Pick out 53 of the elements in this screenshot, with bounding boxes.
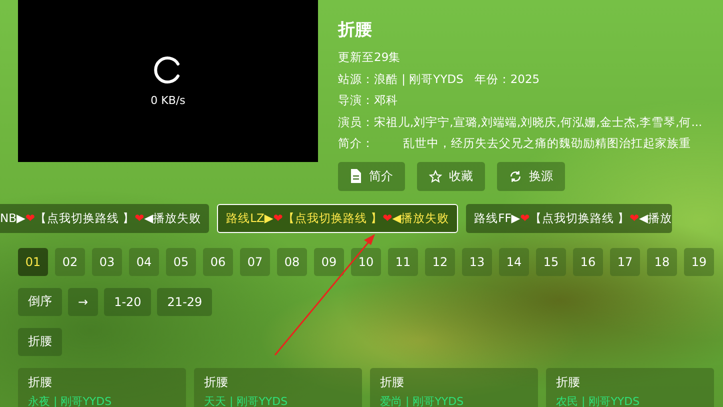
info-line: 简介： 乱世中，经历失去父兄之痛的魏劭励精图治扛起家族重 [338, 135, 692, 152]
document-icon [350, 169, 362, 183]
action-button[interactable]: 换源 [497, 162, 565, 190]
card-source: 爱尚 | 刚哥YYDS [380, 394, 465, 407]
related-card[interactable]: 折腰 永夜 | 刚哥YYDS [18, 368, 186, 407]
info-line: 站源：浪酷 | 刚哥YYDS 年份：2025 [338, 70, 541, 88]
refresh-icon [509, 170, 522, 182]
episode-button[interactable]: 07 [240, 248, 270, 276]
episode-button[interactable]: 06 [203, 248, 233, 276]
episode-button[interactable]: 15 [536, 248, 566, 276]
star-icon [429, 170, 442, 182]
sort-button[interactable]: 21-29 [157, 288, 212, 316]
related-card[interactable]: 折腰 天天 | 刚哥YYDS [194, 368, 362, 407]
episode-button[interactable]: 16 [573, 248, 603, 276]
sort-button[interactable]: → [68, 288, 98, 316]
info-line: 导演：邓科 [338, 92, 399, 109]
episode-button[interactable]: 10 [351, 248, 381, 276]
sort-button[interactable]: 倒序 [18, 288, 62, 316]
info-line: 演员：宋祖儿,刘宇宁,宣璐,刘端端,刘晓庆,何泓姗,金士杰,李雪琴,何... [338, 114, 702, 130]
episode-button[interactable]: 05 [166, 248, 196, 276]
episode-button[interactable]: 03 [92, 248, 122, 276]
action-button[interactable]: 收藏 [417, 162, 485, 190]
episode-button[interactable]: 17 [610, 248, 640, 276]
card-source: 农民 | 刚哥YYDS [556, 394, 641, 407]
video-player[interactable]: 0 KB/s [18, 0, 318, 162]
route-tab[interactable]: 路线FF▶❤【点我切换路线 】❤◀播放 [466, 204, 672, 232]
show-title: 折腰 [338, 19, 373, 41]
related-card[interactable]: 折腰 农民 | 刚哥YYDS [546, 368, 714, 407]
action-button[interactable]: 简介 [338, 162, 405, 190]
season-tag[interactable]: 折腰 [18, 328, 62, 356]
episode-button[interactable]: 02 [55, 248, 85, 276]
info-line: 更新至29集 [338, 49, 402, 66]
episode-button[interactable]: 01 [18, 248, 48, 276]
episode-button[interactable]: 11 [388, 248, 418, 276]
related-card[interactable]: 折腰 爱尚 | 刚哥YYDS [370, 368, 538, 407]
episode-button[interactable]: 14 [499, 248, 529, 276]
card-title: 折腰 [556, 374, 581, 390]
sort-button[interactable]: 1-20 [104, 288, 152, 316]
episode-button[interactable]: 19 [684, 248, 714, 276]
route-tab[interactable]: 路线LZ▶❤【点我切换路线 】❤◀播放失败 [217, 204, 458, 232]
episode-button[interactable]: 18 [647, 248, 677, 276]
route-tab[interactable]: NB▶❤【点我切换路线 】❤◀播放失败 [0, 204, 210, 232]
download-speed: 0 KB/s [150, 94, 186, 106]
episode-button[interactable]: 08 [277, 248, 307, 276]
episode-button[interactable]: 09 [314, 248, 344, 276]
card-title: 折腰 [380, 374, 405, 390]
card-source: 永夜 | 刚哥YYDS [28, 394, 113, 407]
episode-button[interactable]: 12 [425, 248, 455, 276]
card-source: 天天 | 刚哥YYDS [204, 394, 289, 407]
card-title: 折腰 [28, 374, 53, 390]
episode-button[interactable]: 04 [129, 248, 159, 276]
card-title: 折腰 [204, 374, 229, 390]
episode-button[interactable]: 13 [462, 248, 492, 276]
